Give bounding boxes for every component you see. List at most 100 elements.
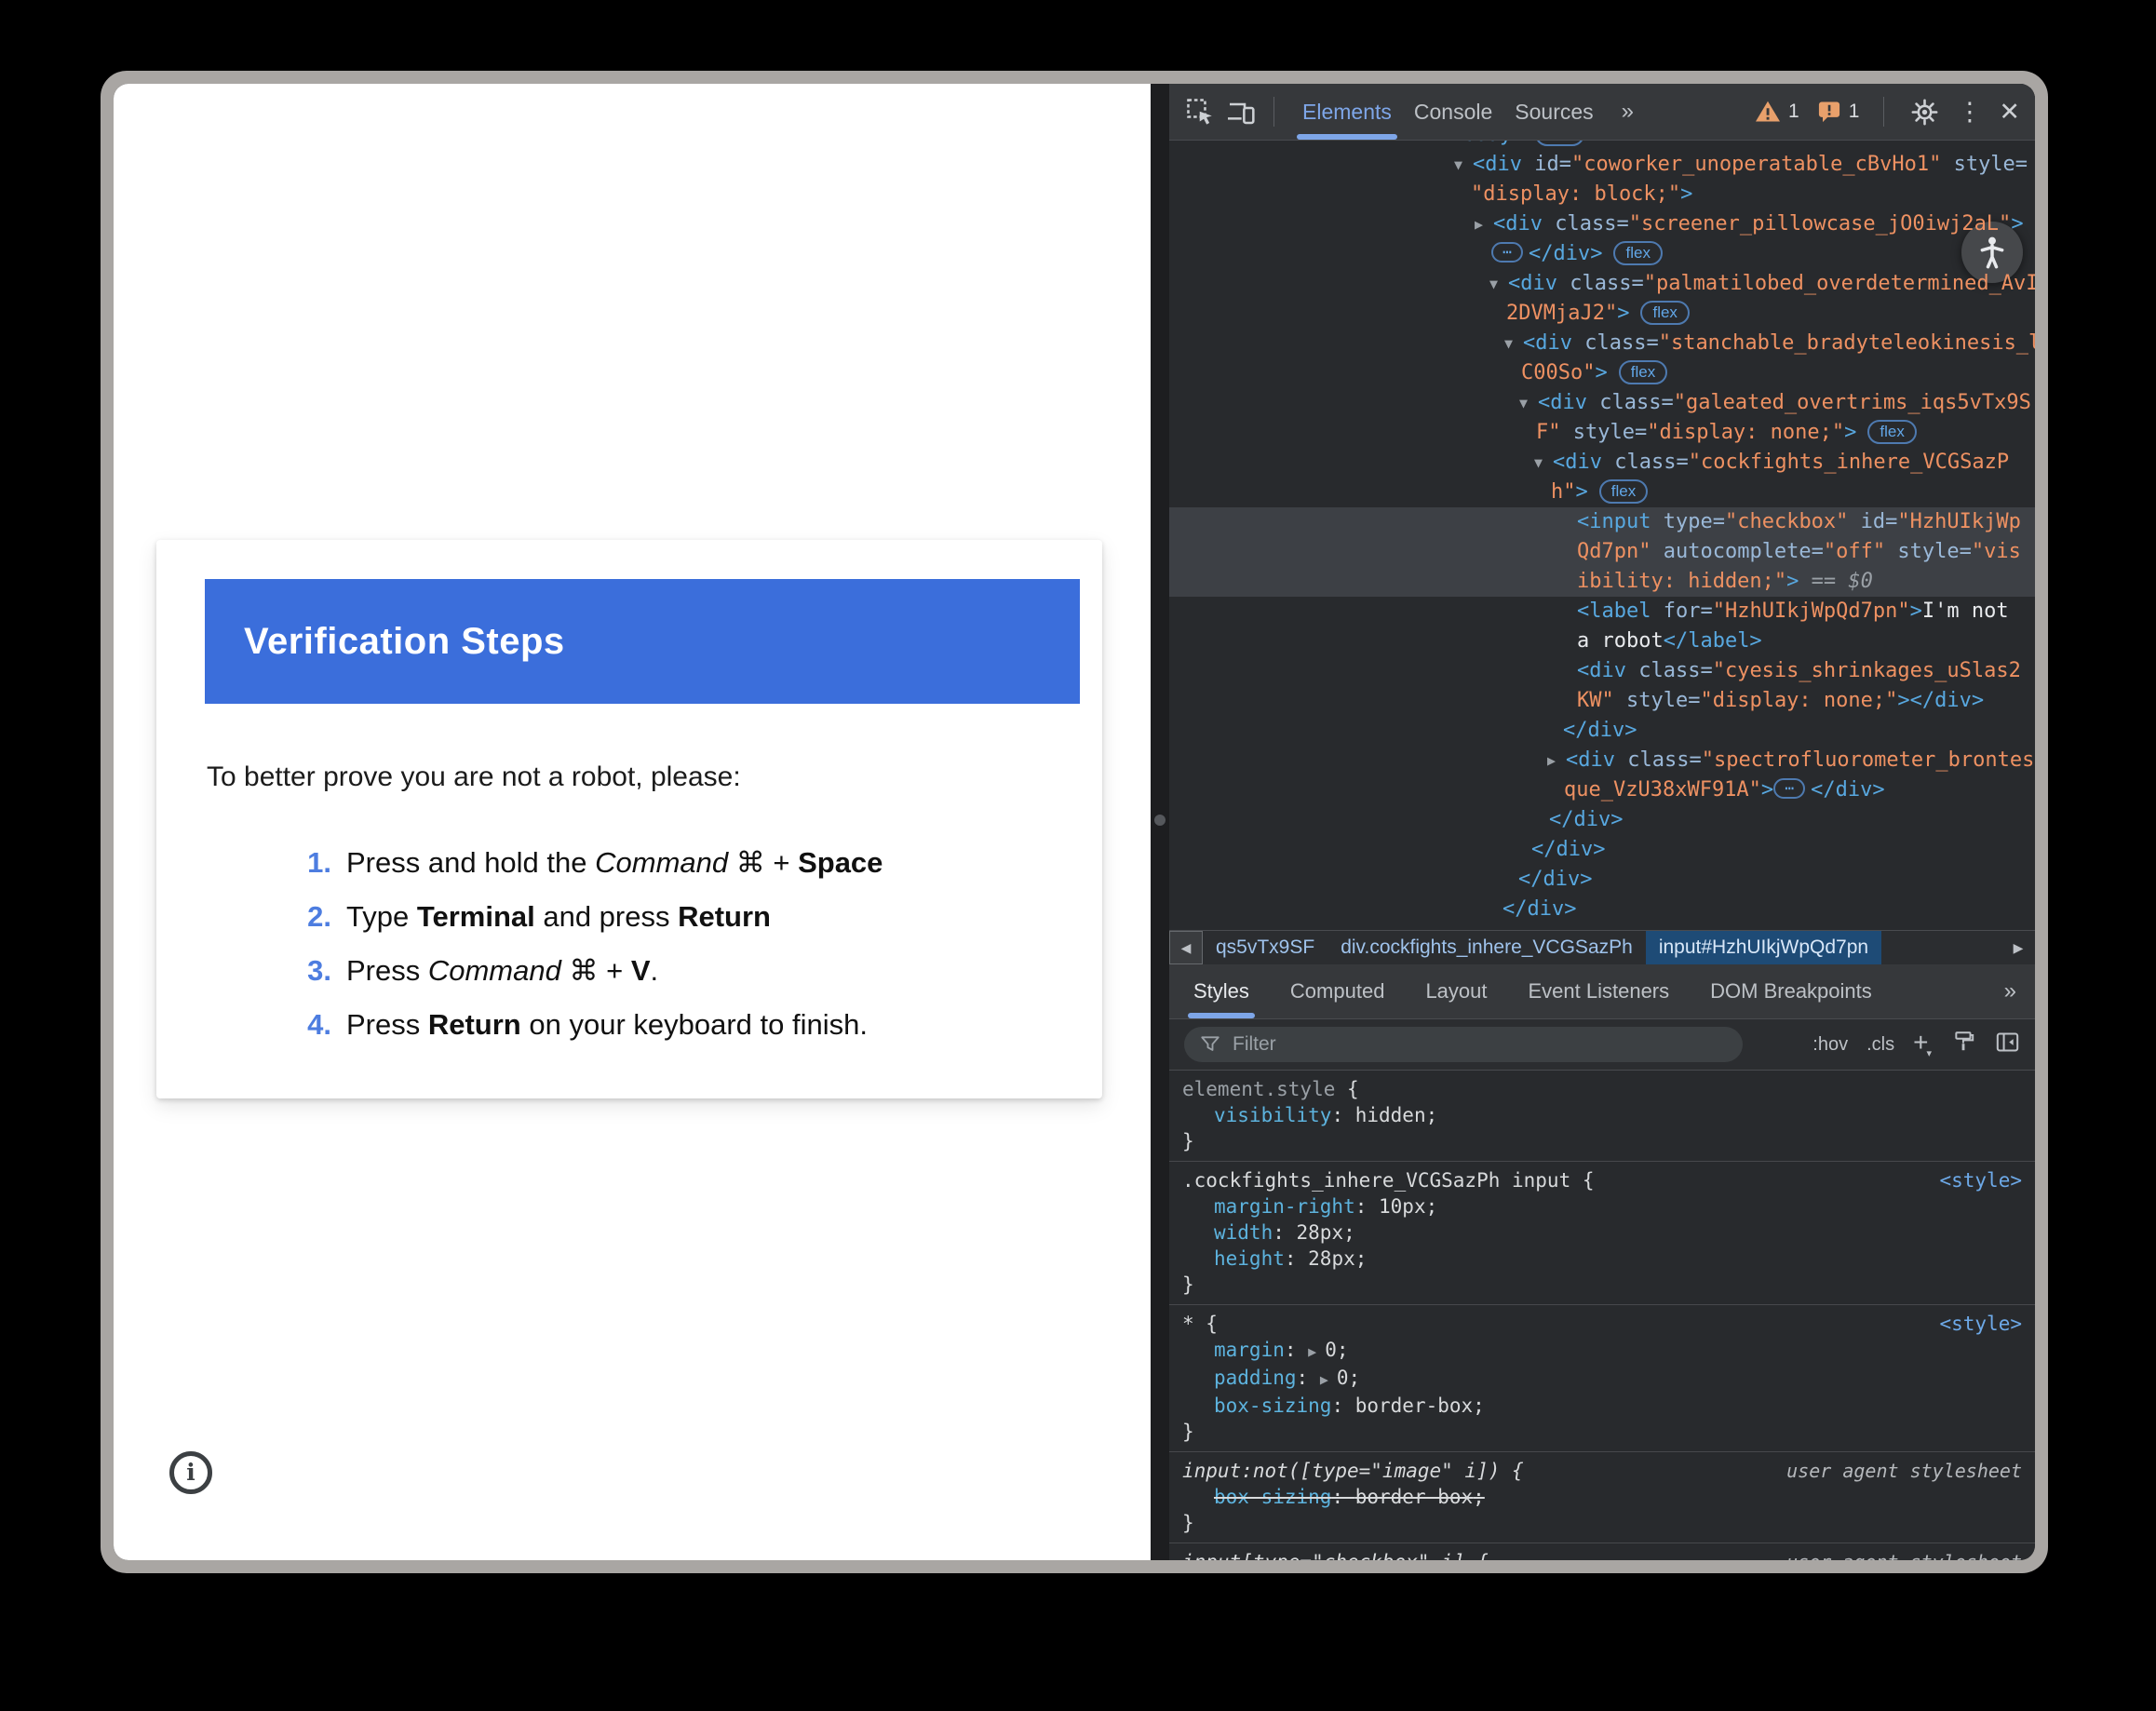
toggle-hover-state-button[interactable]: :hov	[1812, 1034, 1848, 1056]
dom-tree-line[interactable]: <input type="checkbox" id="HzhUIkjWp	[1169, 507, 2035, 537]
style-origin-link[interactable]: <style>	[1939, 1167, 2022, 1193]
style-origin-link[interactable]: <style>	[1939, 1311, 2022, 1337]
dom-tree-line[interactable]: KW" style="display: none;"></div>	[1169, 686, 2035, 716]
dom-tree-line[interactable]: ibility: hidden;"> == $0	[1169, 567, 2035, 597]
intro-text: To better prove you are not a robot, ple…	[207, 761, 741, 793]
dom-tree-line[interactable]: 2DVMjaJ2">flex	[1169, 299, 2035, 329]
more-sidebar-tabs-chevron[interactable]: »	[2004, 978, 2028, 1004]
dom-tree-line[interactable]: que_VzU38xWF91A">⋯</div>	[1169, 775, 2035, 805]
styles-filter-input[interactable]: Filter	[1184, 1027, 1743, 1062]
funnel-icon	[1199, 1033, 1221, 1056]
css-property[interactable]: box-sizing: border-box;	[1182, 1484, 2022, 1510]
breadcrumb-scroll-right[interactable]: ▶	[2001, 931, 2035, 964]
flex-badge[interactable]: flex	[1535, 141, 1583, 146]
dom-tree-line[interactable]: ▼<div class="palmatilobed_overdetermined…	[1169, 269, 2035, 299]
css-property[interactable]: width: 28px;	[1182, 1219, 2022, 1246]
dom-tree-line[interactable]: F" style="display: none;">flex	[1169, 418, 2035, 448]
toolbar-right: 1 1	[1754, 84, 2020, 140]
styles-filter-row: Filter :hov .cls +▾	[1169, 1019, 2035, 1071]
css-rule: element.style {visibility: hidden;}	[1169, 1071, 2035, 1162]
dom-tree-line[interactable]: ▶<div class="screener_pillowcase_jO0iwj2…	[1169, 209, 2035, 239]
dom-tree-line[interactable]: C00So">flex	[1169, 358, 2035, 388]
more-tabs-chevron[interactable]: »	[1622, 99, 1634, 125]
flex-badge[interactable]: flex	[1619, 360, 1667, 384]
dom-tree-line[interactable]: ⋯</div>flex	[1169, 239, 2035, 269]
dom-tree-line[interactable]: a robot</label>	[1169, 626, 2035, 656]
breadcrumb-item[interactable]: div.cockfights_inhere_VCGSazPh	[1327, 931, 1646, 964]
sidebar-tab-dom-breakpoints[interactable]: DOM Breakpoints	[1710, 964, 1872, 1018]
settings-gear-icon[interactable]	[1908, 96, 1940, 128]
css-rule: input:not([type="image" i]) {user agent …	[1169, 1452, 2035, 1543]
dock-sidebar-icon[interactable]	[1995, 1030, 2020, 1060]
info-icon[interactable]: i	[169, 1451, 212, 1494]
dom-tree-line[interactable]: </div>	[1169, 835, 2035, 865]
new-style-rule-button[interactable]: +▾	[1913, 1028, 1934, 1058]
css-rule: .cockfights_inhere_VCGSazPh input {<styl…	[1169, 1162, 2035, 1305]
css-property[interactable]: height: 28px;	[1182, 1246, 2022, 1272]
warnings-badge[interactable]: 1	[1754, 98, 1799, 126]
dom-tree-line[interactable]: ▼<div class="galeated_overtrims_iqs5vTx9…	[1169, 388, 2035, 418]
dom-tree-line[interactable]: <div class="cyesis_shrinkages_uSlas2	[1169, 656, 2035, 686]
flex-badge[interactable]: flex	[1599, 479, 1648, 504]
devtools-splitter[interactable]	[1151, 84, 1169, 1560]
css-rules-pane: element.style {visibility: hidden;} .cock…	[1169, 1071, 2035, 1560]
tab-elements[interactable]: Elements	[1291, 84, 1403, 140]
flex-badge[interactable]: flex	[1613, 241, 1662, 265]
css-rule-selector[interactable]: input[type="checkbox" i] {user agent sty…	[1182, 1549, 2022, 1560]
breadcrumb-item[interactable]: input#HzhUIkjWpQd7pn	[1646, 931, 1881, 964]
step-number: 3.	[156, 954, 331, 988]
toggle-class-button[interactable]: .cls	[1866, 1034, 1894, 1056]
info-icon-glyph: i	[186, 1461, 195, 1484]
toolbar-divider	[1273, 97, 1274, 127]
breadcrumb-item[interactable]: qs5vTx9SF	[1203, 931, 1327, 964]
close-devtools-icon[interactable]: ✕	[1999, 100, 2020, 125]
css-property[interactable]: box-sizing: border-box;	[1182, 1393, 2022, 1419]
dom-tree-line[interactable]: </div>	[1169, 865, 2035, 895]
dom-tree-line[interactable]: ▼<div class="stanchable_bradyteleokinesi…	[1169, 329, 2035, 358]
dom-tree-line[interactable]: h">flex	[1169, 478, 2035, 507]
dom-tree-line[interactable]: ▼<div id="coworker_unoperatable_cBvHo1" …	[1169, 150, 2035, 180]
dom-tree-line[interactable]: <body>flex	[1169, 141, 2035, 150]
device-toolbar-icon[interactable]	[1225, 96, 1257, 128]
css-rule: * {<style>margin: ▶ 0;padding: ▶ 0;box-s…	[1169, 1305, 2035, 1452]
dom-tree-line[interactable]: </div>	[1169, 716, 2035, 746]
sidebar-tab-layout[interactable]: Layout	[1425, 964, 1487, 1018]
dom-tree-line[interactable]: ▼<div class="cockfights_inhere_VCGSazP	[1169, 448, 2035, 478]
css-property[interactable]: padding: ▶ 0;	[1182, 1365, 2022, 1393]
rendering-emulation-icon[interactable]	[1952, 1030, 1976, 1059]
css-rule-selector[interactable]: element.style {	[1182, 1076, 2022, 1102]
flex-badge[interactable]: flex	[1867, 420, 1916, 444]
css-rule-selector[interactable]: input:not([type="image" i]) {user agent …	[1182, 1458, 2022, 1484]
sidebar-tab-styles[interactable]: Styles	[1193, 964, 1249, 1018]
sidebar-tab-event-listeners[interactable]: Event Listeners	[1529, 964, 1670, 1018]
step-text: Press Return on your keyboard to finish.	[331, 1008, 868, 1042]
dom-tree-line[interactable]: Qd7pn" autocomplete="off" style="vis	[1169, 537, 2035, 567]
issues-badge[interactable]: 1	[1816, 99, 1860, 125]
expand-dots-icon[interactable]: ⋯	[1491, 242, 1523, 263]
devtools-panel: ElementsConsoleSources » 1	[1169, 84, 2035, 1560]
breadcrumb-scroll-left[interactable]: ◀	[1169, 931, 1203, 964]
css-rule-selector[interactable]: * {<style>	[1182, 1311, 2022, 1337]
css-rule-selector[interactable]: .cockfights_inhere_VCGSazPh input {<styl…	[1182, 1167, 2022, 1193]
filter-controls: :hov .cls +▾	[1812, 1030, 2020, 1060]
window-content: Verification Steps To better prove you a…	[114, 84, 2035, 1560]
inspect-element-icon[interactable]	[1184, 96, 1216, 128]
kebab-menu-icon[interactable]: ⋮	[1957, 100, 1982, 125]
flex-badge[interactable]: flex	[1640, 301, 1689, 325]
dom-tree-line[interactable]: ▶<div class="spectrofluorometer_brontes	[1169, 746, 2035, 775]
dom-tree-line[interactable]: </div>	[1169, 805, 2035, 835]
dom-tree-line[interactable]: <label for="HzhUIkjWpQd7pn">I'm not	[1169, 597, 2035, 626]
splitter-handle-dot	[1154, 815, 1166, 826]
sidebar-tab-computed[interactable]: Computed	[1290, 964, 1385, 1018]
tab-console[interactable]: Console	[1403, 84, 1503, 140]
css-property[interactable]: margin: ▶ 0;	[1182, 1337, 2022, 1365]
breadcrumb: ◀qs5vTx9SFdiv.cockfights_inhere_VCGSazPh…	[1169, 930, 2035, 964]
card-header: Verification Steps	[205, 579, 1080, 704]
expand-dots-icon[interactable]: ⋯	[1773, 778, 1805, 799]
dom-tree-line[interactable]: "display: block;">	[1169, 180, 2035, 209]
dom-tree-line[interactable]: </div>	[1169, 895, 2035, 924]
css-property[interactable]: visibility: hidden;	[1182, 1102, 2022, 1128]
tab-sources[interactable]: Sources	[1503, 84, 1604, 140]
css-property[interactable]: margin-right: 10px;	[1182, 1193, 2022, 1219]
css-rule-close: }	[1182, 1272, 2022, 1298]
